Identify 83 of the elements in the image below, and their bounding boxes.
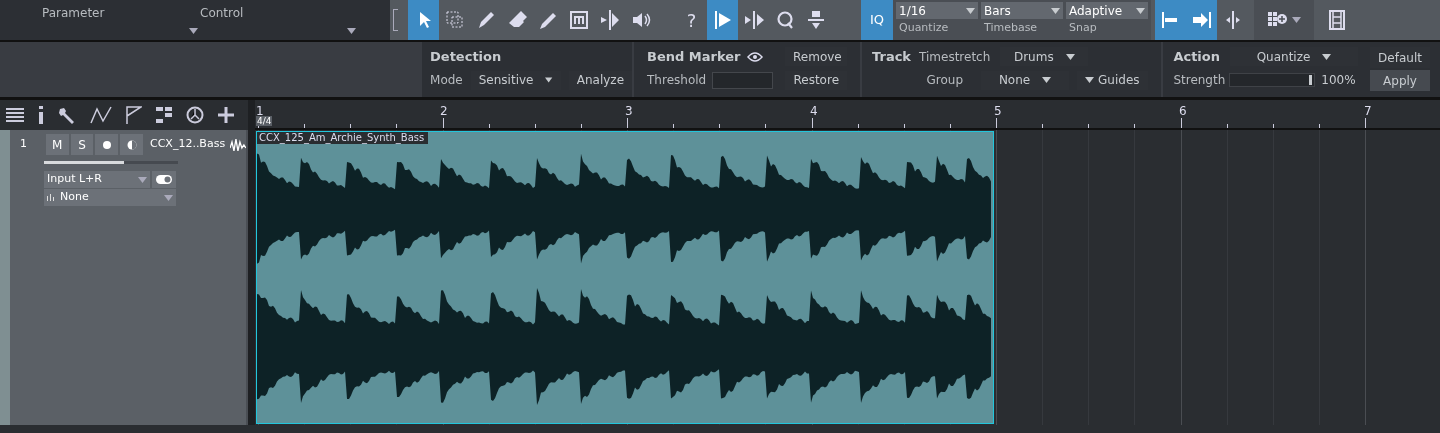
strength-slider[interactable] <box>1229 72 1316 87</box>
monitor-button[interactable] <box>120 134 143 155</box>
caret-icon <box>347 28 356 34</box>
section-title: Detection <box>430 48 503 66</box>
section-title: Bend Marker <box>647 48 741 66</box>
caret-icon <box>1051 7 1060 14</box>
bar-number: 7 <box>1364 103 1372 120</box>
clip-name: CCX_125_Am_Archie_Synth_Bass <box>257 132 429 144</box>
arrow-right-icon <box>1190 9 1213 31</box>
audio-clip[interactable]: CCX_125_Am_Archie_Synth_Bass <box>256 131 994 424</box>
caret-icon <box>1042 77 1052 83</box>
marquee-select-icon <box>443 9 466 31</box>
tool-button[interactable] <box>1186 0 1217 40</box>
select-label: Timebase <box>983 20 1039 36</box>
wrench-icon[interactable] <box>58 106 76 124</box>
bracket-icon <box>393 9 398 31</box>
field-label: Timestretch <box>919 48 991 66</box>
info-icon[interactable] <box>38 106 44 124</box>
mute-button[interactable]: M <box>45 134 69 155</box>
box-icon <box>567 9 590 31</box>
monitor-icon <box>126 139 137 150</box>
caret-icon <box>1322 53 1332 60</box>
section-title: Action <box>1173 48 1220 66</box>
section-title: Track <box>872 48 911 66</box>
iq-button[interactable]: IQ <box>861 0 893 40</box>
record-button[interactable] <box>95 134 119 155</box>
bar-number: 6 <box>1179 103 1187 120</box>
split-arrows-icon <box>598 9 621 31</box>
select-label: Snap <box>1068 20 1098 36</box>
track-number: 1 <box>20 136 28 153</box>
caret-icon <box>1085 77 1095 83</box>
blocks-icon[interactable] <box>156 107 172 123</box>
bend-arrows-icon <box>742 9 765 31</box>
grid-plus-icon[interactable] <box>1267 11 1288 29</box>
bar-number: 4 <box>810 103 818 120</box>
flag-icon[interactable] <box>126 106 142 124</box>
select-field[interactable]: Bars <box>981 2 1063 19</box>
help-button[interactable]: ? <box>676 0 707 40</box>
bar-number: 3 <box>625 103 633 120</box>
strength-reading: 100% <box>1321 71 1356 89</box>
tool-button[interactable] <box>1155 0 1186 40</box>
column-header: Control <box>200 5 245 22</box>
volume-track[interactable] <box>44 161 178 164</box>
column-header: Parameter <box>42 5 106 22</box>
slider-thumb[interactable] <box>1308 74 1312 85</box>
select-label: Quantize <box>898 20 950 36</box>
input-select[interactable]: Input L+R <box>44 171 150 188</box>
caret-icon <box>164 194 173 201</box>
clock-icon[interactable] <box>186 106 204 124</box>
select-field[interactable]: 1/16 <box>896 2 978 19</box>
caret-icon <box>1065 53 1075 60</box>
field-label: Group <box>926 72 964 89</box>
film-icon[interactable] <box>1328 10 1345 30</box>
caret-icon <box>189 28 198 34</box>
field-label: Threshold <box>647 72 707 89</box>
toggle-icon <box>156 175 172 184</box>
solo-button[interactable]: S <box>70 134 94 155</box>
record-icon <box>102 140 111 149</box>
curve-icon[interactable] <box>90 106 112 124</box>
caret-icon <box>1136 7 1145 14</box>
meter-icon <box>47 194 54 201</box>
waveform-icon <box>230 138 246 151</box>
field-label: Strength <box>1173 71 1226 89</box>
apply-button[interactable]: Apply <box>1370 70 1430 91</box>
field-label: Mode <box>430 72 463 89</box>
tool-button[interactable] <box>707 0 738 40</box>
bar-number: 5 <box>994 103 1002 120</box>
track-name: CCX_12..Bass <box>150 136 226 153</box>
list-icon[interactable] <box>6 108 24 122</box>
caret-icon <box>138 176 147 183</box>
output-select[interactable]: None <box>44 189 176 206</box>
caret-icon <box>966 7 975 14</box>
caret-icon <box>1291 17 1301 23</box>
plus-icon[interactable] <box>218 107 234 123</box>
toggle-button[interactable] <box>152 171 176 188</box>
time-signature: 4/4 <box>256 116 273 126</box>
threshold-field[interactable] <box>712 71 774 89</box>
eye-icon[interactable] <box>746 51 763 62</box>
bar-number: 2 <box>440 103 448 120</box>
tool-button[interactable] <box>408 0 439 40</box>
caret-icon <box>545 77 553 83</box>
select-field[interactable]: Adaptive <box>1066 2 1148 19</box>
bar-number: 1 <box>256 103 264 118</box>
